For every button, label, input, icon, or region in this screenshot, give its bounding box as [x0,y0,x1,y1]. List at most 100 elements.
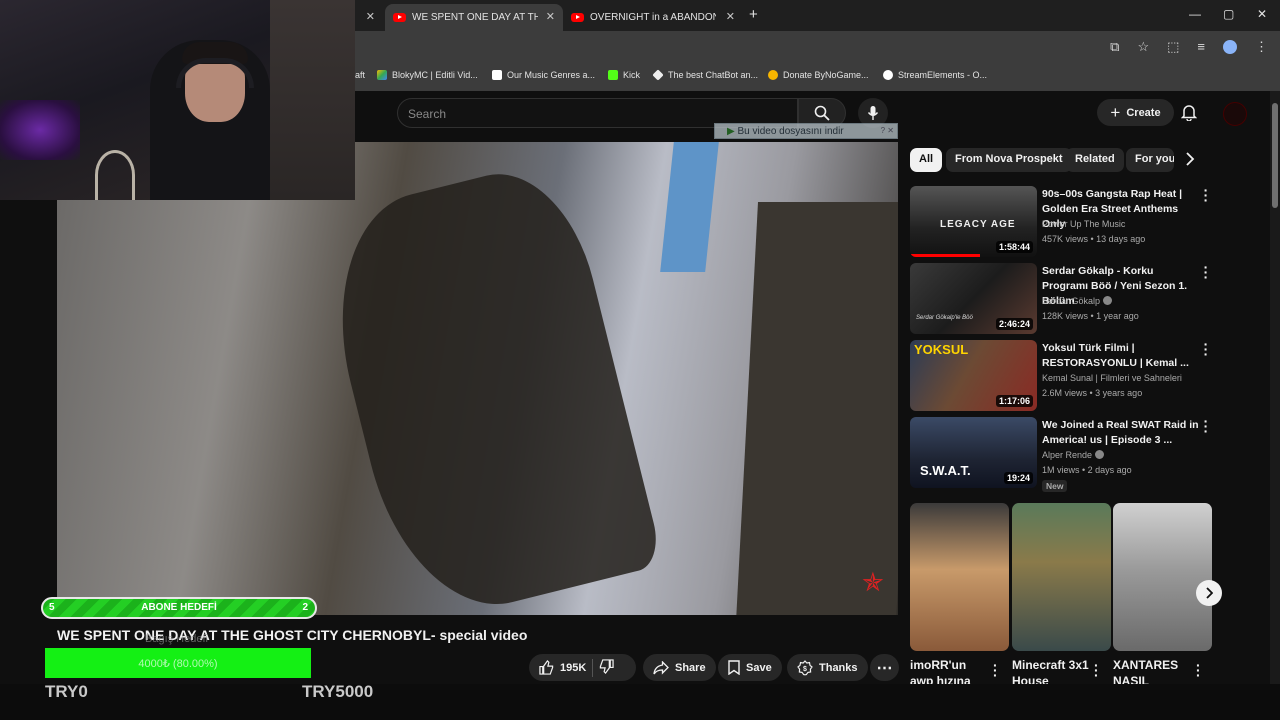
close-icon[interactable]: ✕ [366,10,375,23]
more-vertical-icon[interactable]: · · · [1202,183,1210,207]
create-button[interactable]: + Create [1097,99,1174,126]
video-thumbnail[interactable]: S.W.A.T. 19:24 [910,417,1037,488]
pentagram-watermark-icon: ✯ [862,567,884,597]
channel-name[interactable]: Kemal Sunal | Filmleri ve Sahneleri [1042,373,1182,383]
create-label: Create [1126,106,1161,119]
bell-icon [1180,105,1198,122]
like-button[interactable]: 195K [539,660,586,675]
shorts-thumbnail[interactable] [1113,503,1212,651]
video-meta: 1M views • 2 days ago [1042,465,1132,475]
account-avatar[interactable] [1223,102,1247,126]
more-vertical-icon[interactable]: · · · [1202,260,1210,284]
duration-badge: 1:58:44 [995,241,1033,253]
close-tab-icon[interactable]: ✕ [546,10,555,23]
subscriber-goal-bar: 5 ABONE HEDEFİ 2 [41,597,317,619]
shorts-title[interactable]: Minecraft 3x1 House [1012,657,1092,687]
video-thumbnail[interactable]: Serdar Gökalp'le Böö 2:46:24 [910,263,1037,334]
shorts-title[interactable]: imoRR'un awp hızına [910,657,990,687]
tab-title: WE SPENT ONE DAY AT THE GH [412,12,538,23]
close-window-button[interactable]: ✕ [1257,7,1267,21]
tab-overflow-close[interactable]: ✕ [359,4,383,31]
bookmark-item[interactable]: Our Music Genres a... [492,70,595,80]
new-badge: New [1042,480,1068,492]
video-meta: 128K views • 1 year ago [1042,311,1139,321]
bookmark-icon [728,660,740,675]
notifications-button[interactable] [1180,103,1198,126]
donation-min-label-front: TRY0 [45,682,88,701]
recommended-video[interactable]: YOKSUL 1:17:06 Yoksul Türk Filmi | RESTO… [910,337,1220,412]
bookmark-item[interactable]: BlokyMC | Editli Vid... [377,70,478,80]
channel-name[interactable]: Alper Rende [1042,450,1105,460]
save-label: Save [746,661,772,674]
install-app-icon[interactable]: ⧉ [1110,39,1119,55]
bookmark-item[interactable]: aft [355,70,365,80]
popup-controls[interactable]: ? ✕ [881,126,894,135]
more-actions-button[interactable]: ⋯ [870,654,899,681]
bookmark-star-icon[interactable]: ☆ [1137,39,1149,55]
dislike-button[interactable] [599,658,614,677]
download-video-popup[interactable]: ▶ Bu video dosyasını indir ? ✕ [714,123,898,139]
shorts-title[interactable]: XANTARES NASIL [1113,657,1193,687]
recommended-video[interactable]: S.W.A.T. 19:24 We Joined a Real SWAT Rai… [910,414,1220,492]
recommended-video[interactable]: LEGACY AGE 1:58:44 90s–00s Gangsta Rap H… [910,183,1220,258]
more-vertical-icon[interactable]: · · · [993,658,998,682]
share-button[interactable]: Share [643,654,716,681]
scrollbar-thumb[interactable] [1272,103,1278,208]
duration-badge: 2:46:24 [995,318,1033,330]
bookmark-item[interactable]: StreamElements - O... [883,70,987,80]
address-bar-row: ⧉ ☆ ⬚ ≡ ⋮ [355,31,1280,63]
recommended-video[interactable]: Serdar Gökalp'le Böö 2:46:24 Serdar Göka… [910,260,1220,335]
save-button[interactable]: Save [718,654,782,681]
shorts-next-button[interactable] [1196,580,1222,606]
video-thumbnail[interactable]: YOKSUL 1:17:06 [910,340,1037,411]
chip-related[interactable]: Related [1066,148,1124,172]
chip-for-you[interactable]: For you [1126,148,1174,172]
drive-icon [377,70,387,80]
like-count: 195K [560,661,587,674]
bynogame-icon [768,70,778,80]
goal-title: ABONE HEDEFİ [141,602,217,613]
extensions-icon[interactable]: ⬚ [1167,39,1179,55]
page-scrollbar[interactable] [1270,91,1280,684]
more-vertical-icon[interactable]: · · · [1202,414,1210,438]
channel-name[interactable]: Power Up The Music [1042,219,1125,229]
maximize-button[interactable]: ▢ [1223,7,1234,21]
tab-active[interactable]: WE SPENT ONE DAY AT THE GH ✕ [385,4,563,31]
recommended-title[interactable]: Yoksul Türk Filmi | RESTORASYONLU | Kema… [1042,341,1200,371]
channel-name[interactable]: Serdar Gökalp [1042,296,1113,306]
bookmark-item[interactable]: Kick [608,70,640,80]
bookmark-item[interactable]: The best ChatBot an... [652,69,758,81]
more-vertical-icon[interactable]: · · · [1202,337,1210,361]
menu-icon[interactable]: ⋮ [1255,39,1268,55]
microphone-icon [867,106,879,120]
video-player[interactable] [57,142,898,615]
thumbs-down-icon [600,658,614,674]
bookmark-item[interactable]: Donate ByNoGame... [768,70,869,80]
thanks-button[interactable]: $ Thanks [787,654,868,681]
more-horizontal-icon: ⋯ [876,659,893,677]
toolbar-icons: ⧉ ☆ ⬚ ≡ ⋮ [1110,39,1268,55]
profile-avatar[interactable] [1223,40,1237,54]
chip-from-channel[interactable]: From Nova Prospekt [946,148,1072,172]
new-tab-button[interactable]: + [749,6,758,23]
chip-all[interactable]: All [910,148,943,172]
more-vertical-icon[interactable]: · · · [1196,658,1201,682]
shorts-thumbnail[interactable] [1012,503,1111,651]
video-thumbnail[interactable]: LEGACY AGE 1:58:44 [910,186,1037,257]
tab-inactive[interactable]: OVERNIGHT in a ABANDONED ✕ [563,4,743,31]
bookmarks-bar: aft BlokyMC | Editli Vid... Our Music Ge… [355,63,1280,91]
like-dislike-group: 195K [529,654,636,681]
youtube-icon [571,13,584,22]
media-controls-icon[interactable]: ≡ [1197,39,1205,55]
more-vertical-icon[interactable]: · · · [1094,658,1099,682]
shorts-thumbnail[interactable] [910,503,1009,651]
thumbnail-text: YOKSUL [914,342,969,357]
duration-badge: 1:17:06 [995,395,1033,407]
donation-goal-label: Bağış Hedefi [145,633,208,645]
thumbnail-progress [910,254,980,257]
chevron-right-icon[interactable] [1185,152,1195,166]
minimize-button[interactable]: — [1189,7,1201,21]
svg-text:$: $ [803,666,807,673]
recommended-title[interactable]: We Joined a Real SWAT Raid in America! u… [1042,418,1200,448]
close-tab-icon[interactable]: ✕ [726,10,735,23]
